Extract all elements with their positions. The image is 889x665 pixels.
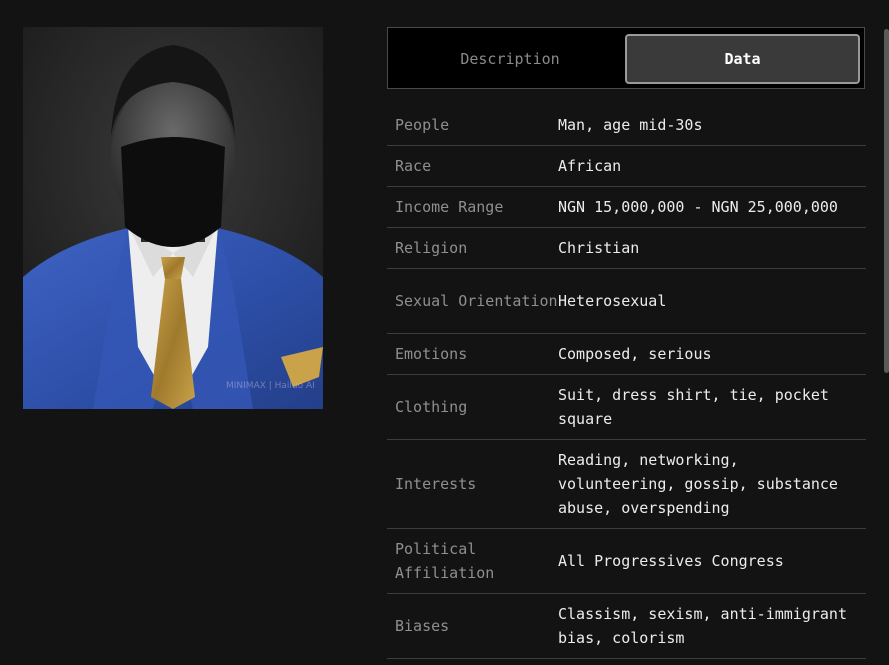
row-value: Composed, serious bbox=[558, 345, 712, 363]
portrait-image: MINIMAX | Hailuo AI bbox=[23, 27, 323, 409]
row-key: Religion bbox=[395, 239, 468, 257]
table-row: Biases Classism, sexism, anti-immigrant … bbox=[387, 594, 866, 659]
row-value: Reading, networking, volunteering, gossi… bbox=[558, 451, 838, 517]
row-key: Interests bbox=[395, 475, 477, 493]
table-row: Interests Reading, networking, volunteer… bbox=[387, 440, 866, 529]
table-row: Emotions Composed, serious bbox=[387, 334, 866, 375]
tab-description[interactable]: Description bbox=[394, 34, 626, 84]
table-row: Race African bbox=[387, 146, 866, 187]
table-row: Sexual Orientation Heterosexual bbox=[387, 269, 866, 334]
row-value: All Progressives Congress bbox=[558, 552, 784, 570]
table-row: Clothing Suit, dress shirt, tie, pocket … bbox=[387, 375, 866, 440]
row-key: People bbox=[395, 115, 450, 134]
table-row: Religion Christian bbox=[387, 228, 866, 269]
row-value: Suit, dress shirt, tie, pocket square bbox=[558, 386, 829, 428]
table-row: Political Affiliation All Progressives C… bbox=[387, 529, 866, 594]
row-value: Man, age mid-30s bbox=[558, 115, 703, 134]
row-value: Christian bbox=[558, 239, 640, 257]
row-key: Clothing bbox=[395, 398, 468, 416]
row-value: African bbox=[558, 157, 622, 175]
row-key: Emotions bbox=[395, 345, 468, 363]
table-row: Income Range NGN 15,000,000 - NGN 25,000… bbox=[387, 187, 866, 228]
tab-data[interactable]: Data bbox=[625, 34, 860, 84]
row-value: Heterosexual bbox=[558, 292, 667, 310]
tab-bar: Description Data bbox=[387, 27, 865, 89]
row-value: NGN 15,000,000 - NGN 25,000,000 bbox=[558, 198, 838, 216]
row-key: Race bbox=[395, 157, 432, 175]
row-key: Income Range bbox=[395, 198, 504, 216]
row-key: Biases bbox=[395, 617, 450, 635]
row-value: Classism, sexism, anti-immigrant bias, c… bbox=[558, 605, 847, 647]
profile-data-table: People Man, age mid-30s Race African Inc… bbox=[387, 104, 866, 659]
table-row: People Man, age mid-30s bbox=[387, 104, 866, 146]
row-key: Sexual Orientation bbox=[395, 292, 558, 310]
scrollbar-thumb[interactable] bbox=[884, 29, 889, 373]
watermark-text: MINIMAX | Hailuo AI bbox=[226, 381, 315, 391]
row-key: Political Affiliation bbox=[395, 540, 495, 582]
